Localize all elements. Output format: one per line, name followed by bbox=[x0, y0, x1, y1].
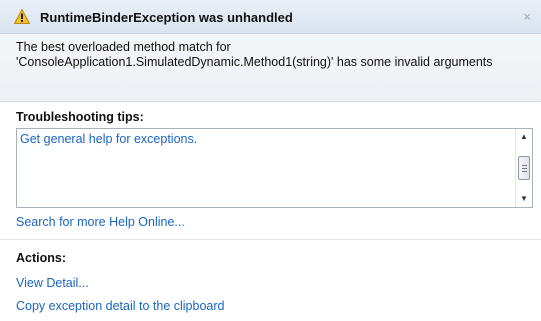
actions-label: Actions: bbox=[16, 251, 66, 265]
exception-assistant-dialog: RuntimeBinderException was unhandled × T… bbox=[0, 0, 541, 321]
exception-message: The best overloaded method match for 'Co… bbox=[0, 34, 541, 102]
thumb-grip bbox=[522, 165, 527, 166]
search-help-online-link[interactable]: Search for more Help Online... bbox=[16, 215, 185, 229]
thumb-grip bbox=[522, 171, 527, 172]
thumb-grip bbox=[522, 168, 527, 169]
tip-link-general-help[interactable]: Get general help for exceptions. bbox=[20, 132, 197, 146]
troubleshooting-tips-list: Get general help for exceptions. ▲ ▼ bbox=[16, 128, 533, 208]
warning-icon bbox=[13, 8, 31, 24]
close-icon[interactable]: × bbox=[523, 9, 531, 24]
scroll-up-icon[interactable]: ▲ bbox=[516, 129, 532, 145]
view-detail-link[interactable]: View Detail... bbox=[16, 276, 89, 290]
copy-exception-detail-link[interactable]: Copy exception detail to the clipboard bbox=[16, 299, 224, 313]
title-bar: RuntimeBinderException was unhandled × bbox=[0, 0, 541, 34]
scroll-thumb[interactable] bbox=[518, 156, 530, 180]
section-divider bbox=[0, 239, 541, 240]
tips-scrollbar[interactable]: ▲ ▼ bbox=[515, 129, 532, 207]
troubleshooting-tips-label: Troubleshooting tips: bbox=[16, 110, 144, 124]
scroll-down-icon[interactable]: ▼ bbox=[516, 191, 532, 207]
dialog-title: RuntimeBinderException was unhandled bbox=[40, 10, 293, 25]
